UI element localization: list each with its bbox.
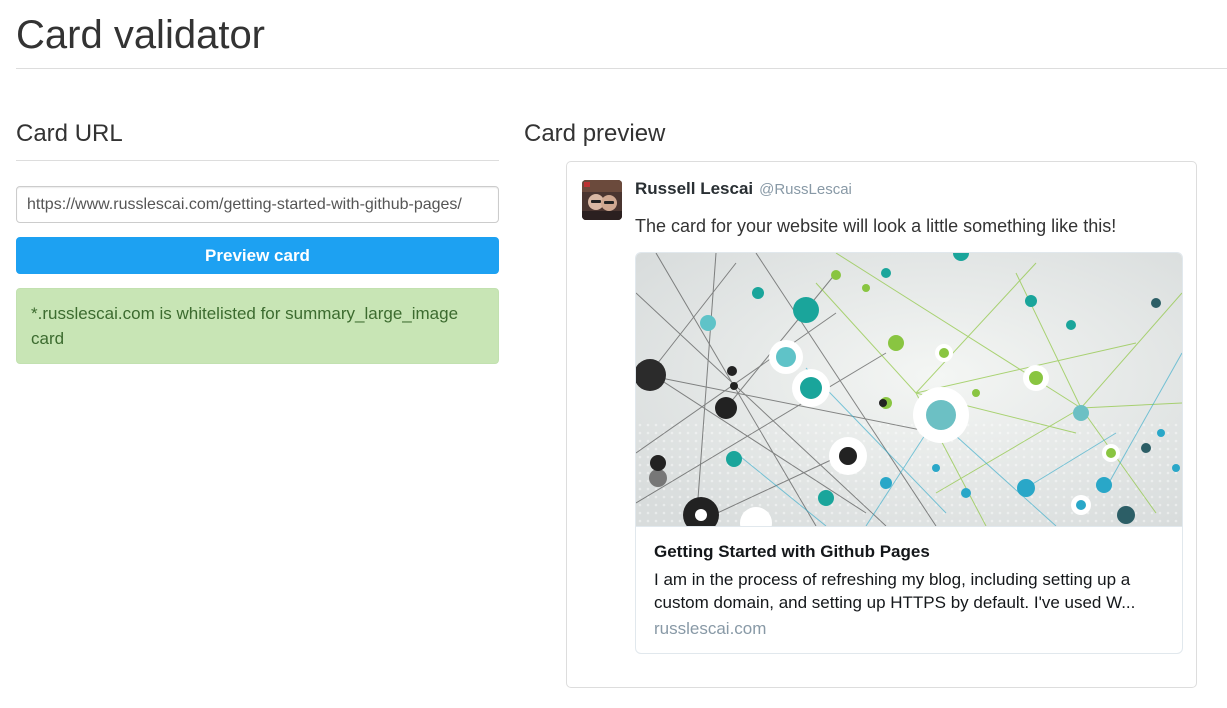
card-url-input[interactable] (16, 186, 499, 223)
network-graph-image (636, 253, 1182, 527)
author-handle[interactable]: @RussLescai (759, 181, 852, 198)
card-url-divider (16, 160, 499, 161)
whitelist-status-alert: *.russlescai.com is whitelisted for summ… (16, 288, 499, 364)
summary-large-image-card[interactable]: Getting Started with Github Pages I am i… (635, 252, 1183, 654)
avatar (582, 180, 622, 220)
author-name[interactable]: Russell Lescai (635, 179, 753, 198)
card-domain: russlescai.com (654, 619, 767, 638)
card-title: Getting Started with Github Pages (654, 542, 930, 561)
tweet-preview: Russell Lescai @RussLescai The card for y… (566, 161, 1197, 688)
preview-card-button[interactable]: Preview card (16, 237, 499, 274)
card-description: I am in the process of refreshing my blo… (654, 570, 1136, 612)
avatar-photo-icon (582, 180, 622, 220)
tweet-header: Russell Lescai @RussLescai (635, 179, 852, 199)
card-url-heading: Card URL (16, 120, 123, 147)
card-url-panel: Card URL Preview card *.russlescai.com i… (16, 118, 499, 364)
card-body: Getting Started with Github Pages I am i… (636, 527, 1182, 640)
card-preview-heading: Card preview (524, 120, 666, 147)
title-divider (16, 68, 1227, 69)
tweet-text: The card for your website will look a li… (635, 216, 1117, 236)
card-preview-panel: Card preview Russell Lescai @RussLescai T… (524, 118, 1199, 688)
page-title: Card validator (16, 13, 266, 57)
